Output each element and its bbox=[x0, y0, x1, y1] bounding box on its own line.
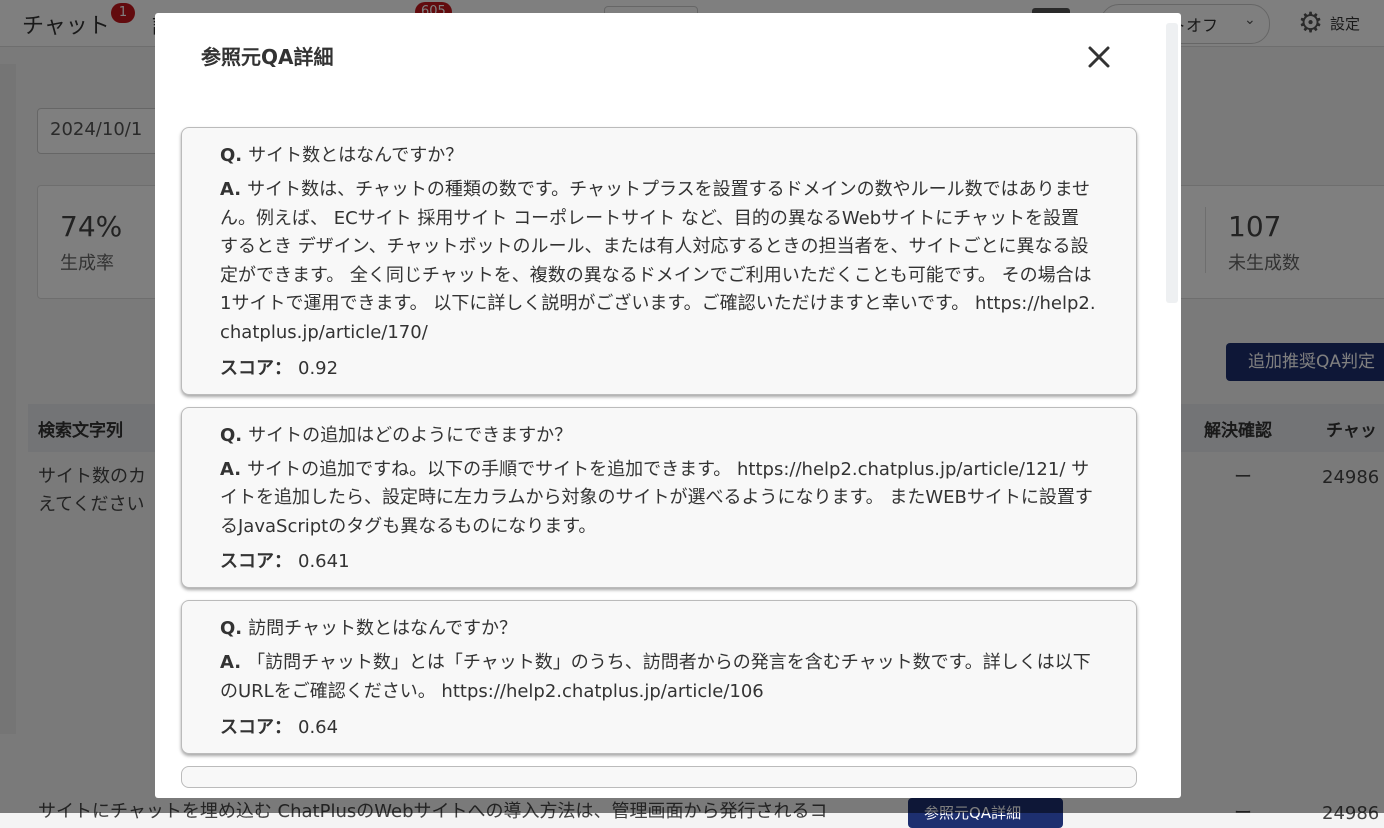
qa-answer: A. 「訪問チャット数」とは「チャット数」のうち、訪問者からの発言を含むチャット数… bbox=[220, 649, 1096, 706]
answer-text: サイト数は、チャットの種類の数です。チャットプラスを設置するドメインの数やルール… bbox=[220, 179, 1096, 343]
question-text: サイト数とはなんですか？ bbox=[248, 145, 464, 166]
close-icon[interactable] bbox=[1083, 41, 1115, 73]
score-label: スコア： bbox=[220, 357, 292, 379]
answer-prefix: A. bbox=[220, 652, 242, 674]
score-value: 0.641 bbox=[298, 551, 350, 573]
qa-answer: A. サイトの追加ですね。以下の手順でサイトを追加できます。 https://he… bbox=[220, 456, 1096, 542]
modal-scrollbar[interactable] bbox=[1166, 23, 1178, 303]
qa-question: Q. サイトの追加はどのようにできますか？ bbox=[220, 422, 1096, 450]
question-prefix: Q. bbox=[220, 424, 243, 446]
qa-question: Q. 訪問チャット数とはなんですか？ bbox=[220, 615, 1096, 643]
question-text: 訪問チャット数とはなんですか？ bbox=[248, 618, 518, 640]
source-qa-detail-modal: 参照元QA詳細 Q. サイト数とはなんですか？ A. サイト数は、チャットの種類の数… bbox=[155, 13, 1181, 798]
qa-card: Q. サイト数とはなんですか？ A. サイト数は、チャットの種類の数です。チャットプ… bbox=[181, 127, 1137, 395]
question-text: サイトの追加はどのようにできますか？ bbox=[248, 424, 573, 446]
qa-answer: A. サイト数は、チャットの種類の数です。チャットプラスを設置するドメインの数やル… bbox=[220, 176, 1096, 348]
qa-card: Q. サイトの追加はどのようにできますか？ A. サイトの追加ですね。以下の手順でサ… bbox=[181, 406, 1137, 589]
qa-score: スコア： 0.64 bbox=[220, 715, 1096, 741]
score-value: 0.64 bbox=[298, 716, 339, 738]
qa-score: スコア： 0.92 bbox=[220, 356, 1096, 382]
qa-score: スコア： 0.641 bbox=[220, 549, 1096, 575]
question-prefix: Q. bbox=[220, 618, 243, 640]
score-label: スコア： bbox=[220, 551, 292, 573]
qa-list: Q. サイト数とはなんですか？ A. サイト数は、チャットの種類の数です。チャットプ… bbox=[181, 127, 1139, 788]
qa-card-partial bbox=[181, 765, 1137, 788]
qa-card: Q. 訪問チャット数とはなんですか？ A. 「訪問チャット数」とは「チャット数」のう… bbox=[181, 600, 1137, 754]
score-label: スコア： bbox=[220, 716, 292, 738]
answer-text: 「訪問チャット数」とは「チャット数」のうち、訪問者からの発言を含むチャット数です… bbox=[220, 652, 1091, 702]
qa-question: Q. サイト数とはなんですか？ bbox=[220, 142, 1096, 170]
answer-prefix: A. bbox=[220, 179, 242, 200]
answer-text: サイトの追加ですね。以下の手順でサイトを追加できます。 https://help… bbox=[220, 458, 1093, 537]
modal-title: 参照元QA詳細 bbox=[201, 45, 334, 69]
question-prefix: Q. bbox=[220, 145, 243, 166]
answer-prefix: A. bbox=[220, 458, 242, 480]
score-value: 0.92 bbox=[298, 357, 339, 379]
